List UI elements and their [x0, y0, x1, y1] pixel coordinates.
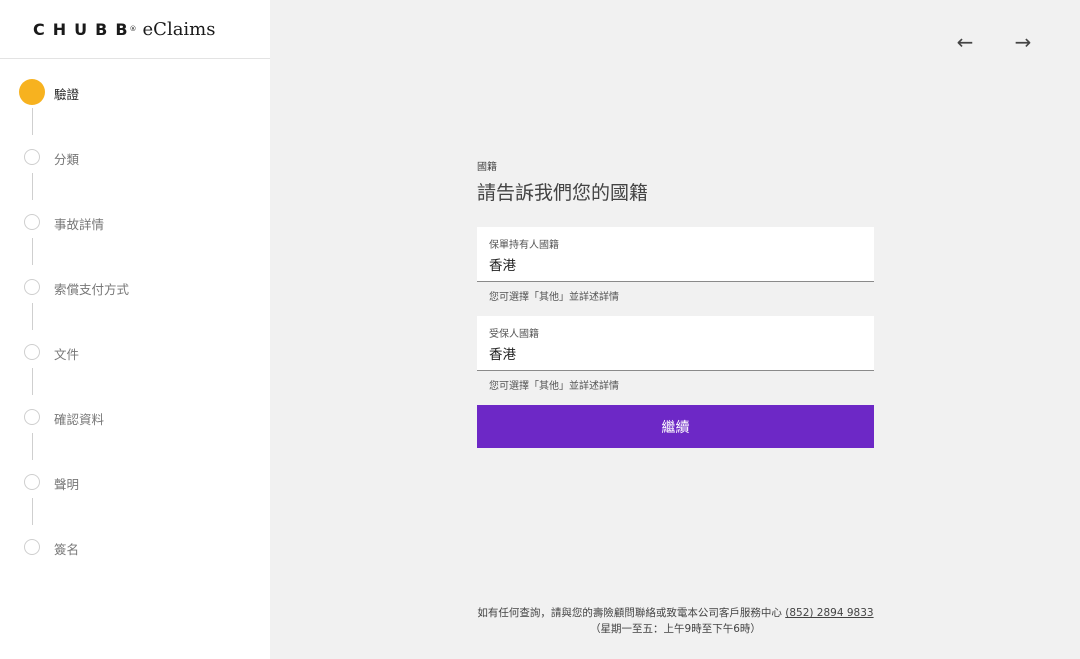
- field-label: 受保人國籍: [489, 329, 539, 340]
- step-label: 文件: [54, 347, 80, 362]
- step-list: 驗證 分類 事故詳情 索償支付方式 文件 確認資料 聲明 簽名: [0, 59, 270, 600]
- step-status-icon: [19, 79, 45, 105]
- step-verification[interactable]: 驗證: [0, 79, 270, 145]
- step-status-icon: [24, 474, 40, 490]
- step-status-icon: [24, 279, 40, 295]
- step-label: 確認資料: [54, 412, 105, 427]
- section-eyebrow: 國籍: [477, 162, 497, 173]
- step-incident-details[interactable]: 事故詳情: [0, 210, 270, 275]
- step-status-icon: [24, 149, 40, 165]
- sidebar: CHUBB ® eClaims 驗證 分類 事故詳情 索償支付方式 文件 確認資…: [0, 0, 270, 659]
- step-label: 事故詳情: [54, 217, 105, 232]
- app-root: CHUBB ® eClaims 驗證 分類 事故詳情 索償支付方式 文件 確認資…: [0, 0, 1080, 659]
- field-hint: 您可選擇「其他」並詳述詳情: [489, 381, 619, 392]
- back-arrow-icon[interactable]: ←: [954, 30, 976, 54]
- step-status-icon: [24, 214, 40, 230]
- step-documents[interactable]: 文件: [0, 340, 270, 405]
- registered-mark: ®: [129, 25, 137, 33]
- field-value: 香港: [489, 258, 516, 274]
- page-title: 請告訴我們您的國籍: [477, 182, 649, 204]
- step-connector: [32, 498, 33, 525]
- step-status-icon: [24, 344, 40, 360]
- field-hint: 您可選擇「其他」並詳述詳情: [489, 292, 619, 303]
- field-value: 香港: [489, 347, 516, 363]
- footer-contact: 如有任何查詢，請與您的壽險顧問聯絡或致電本公司客戶服務中心 (852) 2894…: [477, 605, 874, 637]
- field-label: 保單持有人國籍: [489, 240, 559, 251]
- brand-header: CHUBB ® eClaims: [0, 0, 270, 59]
- step-confirm-info[interactable]: 確認資料: [0, 405, 270, 470]
- nationality-form: 國籍 請告訴我們您的國籍 保單持有人國籍 香港 您可選擇「其他」並詳述詳情 受保…: [477, 158, 874, 448]
- continue-button[interactable]: 繼續: [477, 405, 874, 448]
- step-category[interactable]: 分類: [0, 145, 270, 210]
- step-label: 索償支付方式: [54, 282, 130, 297]
- brand-logo: CHUBB: [33, 19, 136, 39]
- forward-arrow-icon[interactable]: →: [1012, 30, 1034, 54]
- step-connector: [32, 238, 33, 265]
- step-signature[interactable]: 簽名: [0, 535, 270, 600]
- step-connector: [32, 433, 33, 460]
- insured-nationality-select[interactable]: 受保人國籍 香港: [477, 316, 874, 371]
- footer-line-1: 如有任何查詢，請與您的壽險顧問聯絡或致電本公司客戶服務中心 (852) 2894…: [477, 605, 874, 621]
- footer-hours: （星期一至五：上午9時至下午6時）: [590, 623, 761, 635]
- product-name: eClaims: [142, 18, 216, 40]
- step-connector: [32, 368, 33, 395]
- phone-link[interactable]: (852) 2894 9833: [785, 607, 873, 619]
- step-connector: [32, 108, 33, 135]
- step-label: 驗證: [54, 87, 80, 102]
- step-label: 分類: [54, 152, 80, 167]
- main-content: ← → 國籍 請告訴我們您的國籍 保單持有人國籍 香港 您可選擇「其他」並詳述詳…: [270, 0, 1080, 659]
- step-connector: [32, 303, 33, 330]
- step-status-icon: [24, 409, 40, 425]
- step-declaration[interactable]: 聲明: [0, 470, 270, 535]
- footer-contact-text: 如有任何查詢，請與您的壽險顧問聯絡或致電本公司客戶服務中心: [477, 607, 782, 619]
- step-status-icon: [24, 539, 40, 555]
- step-label: 簽名: [54, 542, 80, 557]
- step-payment-method[interactable]: 索償支付方式: [0, 275, 270, 340]
- policy-holder-nationality-select[interactable]: 保單持有人國籍 香港: [477, 227, 874, 282]
- step-connector: [32, 173, 33, 200]
- step-label: 聲明: [54, 477, 80, 492]
